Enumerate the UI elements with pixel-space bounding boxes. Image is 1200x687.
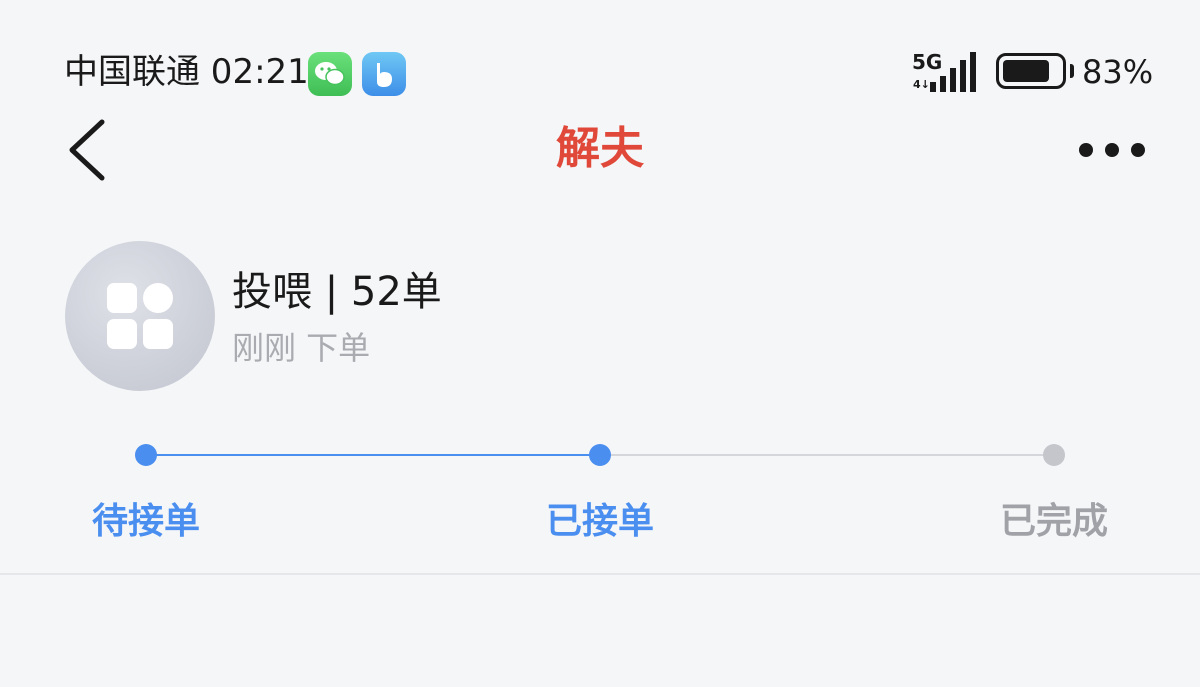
divider: [0, 573, 1200, 575]
order-time: 刚刚 下单: [232, 329, 371, 367]
blue-app-icon: [362, 52, 406, 96]
carrier-time: 中国联通 02:21: [64, 52, 309, 92]
step-completed-label: 已完成: [999, 501, 1108, 542]
more-dots-icon: [1079, 143, 1145, 157]
battery-fill: [1003, 60, 1049, 82]
wechat-icon: [308, 52, 352, 96]
battery-cap: [1070, 64, 1074, 78]
order-title: 投喂 | 52单: [232, 269, 442, 315]
order-progress: [135, 444, 1065, 466]
step-dot-1: [135, 444, 157, 466]
more-button[interactable]: [1068, 130, 1156, 170]
step-pending-label: 待接单: [91, 501, 200, 542]
step-accepted-label: 已接单: [545, 501, 654, 542]
avatar: [65, 241, 215, 391]
step-dot-3: [1043, 444, 1065, 466]
signal-strength-icon: [930, 52, 976, 92]
apps-grid-icon: [107, 283, 173, 349]
battery-icon: [996, 53, 1066, 89]
page-title: 解夫: [556, 123, 644, 174]
status-bar: 中国联通 02:21 5G 4↓ 83%: [0, 0, 1200, 100]
battery-percent: 83%: [1082, 53, 1154, 91]
step-dot-2: [589, 444, 611, 466]
